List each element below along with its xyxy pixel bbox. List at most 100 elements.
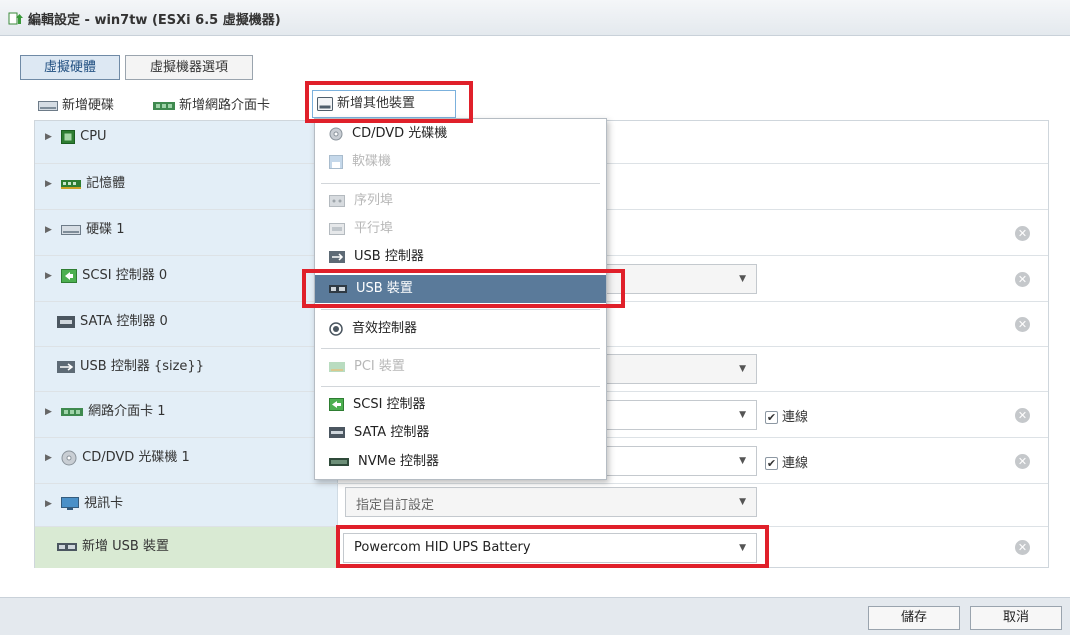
row-label-cell: ▶ 視訊卡 bbox=[35, 484, 338, 526]
row-label-cell: ▶ 硬碟 1 bbox=[35, 210, 338, 255]
chevron-down-icon: ▼ bbox=[739, 274, 746, 284]
usb-device-icon bbox=[329, 284, 347, 293]
remove-device-icon[interactable]: ✕ bbox=[1015, 226, 1030, 241]
checkbox-checked-icon[interactable]: ✔ bbox=[765, 457, 778, 470]
parallel-port-icon bbox=[329, 222, 345, 235]
save-button[interactable]: 儲存 bbox=[868, 606, 960, 630]
expand-arrow-icon[interactable]: ▶ bbox=[45, 271, 55, 281]
menu-divider bbox=[321, 309, 600, 310]
remove-device-icon[interactable]: ✕ bbox=[1015, 317, 1030, 332]
menu-item-scsi-controller[interactable]: SCSI 控制器 bbox=[315, 391, 606, 419]
row-label-cell: ▶ CD/DVD 光碟機 1 bbox=[35, 438, 338, 483]
row-label: 記憶體 bbox=[86, 176, 126, 191]
tab-virtual-hardware[interactable]: 虛擬硬體 bbox=[20, 55, 120, 80]
tab-vm-options[interactable]: 虛擬機器選項 bbox=[125, 55, 253, 80]
menu-item-sata-controller[interactable]: SATA 控制器 bbox=[315, 419, 606, 447]
nvme-icon bbox=[329, 457, 349, 466]
add-disk-button[interactable]: 新增硬碟 bbox=[38, 95, 114, 117]
row-label-cell: ▶ CPU bbox=[35, 121, 338, 163]
expand-arrow-icon[interactable]: ▶ bbox=[45, 499, 55, 509]
cancel-button[interactable]: 取消 bbox=[970, 606, 1062, 630]
row-label: SATA 控制器 0 bbox=[80, 314, 168, 329]
menu-item-label: NVMe 控制器 bbox=[358, 454, 439, 469]
remove-device-icon[interactable]: ✕ bbox=[1015, 540, 1030, 555]
add-device-menu: CD/DVD 光碟機 軟碟機 序列埠 平行埠 USB 控制器 USB 裝置 音效… bbox=[314, 118, 607, 480]
row-label: USB 控制器 {size}} bbox=[80, 359, 204, 374]
menu-item-label: 序列埠 bbox=[354, 193, 394, 208]
menu-item-cd-dvd[interactable]: CD/DVD 光碟機 bbox=[315, 120, 606, 148]
menu-item-label: SCSI 控制器 bbox=[353, 397, 426, 412]
add-nic-button[interactable]: 新增網路介面卡 bbox=[153, 95, 270, 117]
usb-controller-icon bbox=[57, 360, 75, 373]
checkbox-checked-icon[interactable]: ✔ bbox=[765, 411, 778, 424]
row-label-cell: USB 控制器 {size}} bbox=[35, 347, 338, 391]
hardware-row-video-card[interactable]: ▶ 視訊卡 指定自訂設定 ▼ bbox=[35, 484, 1048, 527]
row-label: CPU bbox=[80, 129, 107, 144]
serial-port-icon bbox=[329, 194, 345, 207]
dialog-title: 編輯設定 - win7tw (ESXi 6.5 虛擬機器) bbox=[28, 13, 281, 28]
sound-icon bbox=[329, 321, 343, 336]
remove-device-icon[interactable]: ✕ bbox=[1015, 272, 1030, 287]
edit-vm-icon bbox=[8, 12, 23, 25]
add-other-device-label: 新增其他裝置 bbox=[337, 96, 416, 111]
row-label-cell: 新增 USB 裝置 bbox=[35, 527, 338, 568]
menu-item-label: SATA 控制器 bbox=[354, 425, 430, 440]
row-label: CD/DVD 光碟機 1 bbox=[82, 450, 190, 465]
remove-device-icon[interactable]: ✕ bbox=[1015, 408, 1030, 423]
menu-item-label: USB 控制器 bbox=[354, 249, 424, 264]
monitor-icon bbox=[61, 496, 80, 510]
menu-item-usb-controller[interactable]: USB 控制器 bbox=[315, 243, 606, 271]
menu-divider bbox=[321, 348, 600, 349]
menu-divider bbox=[321, 386, 600, 387]
hard-disk-icon bbox=[38, 100, 58, 111]
dialog-titlebar: 編輯設定 - win7tw (ESXi 6.5 虛擬機器) bbox=[0, 0, 1070, 36]
expand-arrow-icon[interactable]: ▶ bbox=[45, 132, 55, 142]
connect-checkbox[interactable]: ✔ 連線 bbox=[765, 406, 808, 425]
disc-icon bbox=[61, 450, 77, 465]
hardware-row-new-usb-device[interactable]: 新增 USB 裝置 Powercom HID UPS Battery ▼ ✕ bbox=[35, 527, 1048, 568]
menu-item-parallel-port: 平行埠 bbox=[315, 215, 606, 243]
network-card-icon bbox=[153, 101, 175, 110]
add-disk-label: 新增硬碟 bbox=[62, 98, 115, 113]
connect-checkbox[interactable]: ✔ 連線 bbox=[765, 452, 808, 471]
menu-item-label: USB 裝置 bbox=[356, 281, 413, 296]
scsi-icon bbox=[329, 398, 344, 411]
menu-item-label: 平行埠 bbox=[354, 221, 394, 236]
expand-arrow-icon[interactable]: ▶ bbox=[45, 225, 55, 235]
usb-controller-icon bbox=[329, 250, 345, 263]
row-label-cell: ▶ 記憶體 bbox=[35, 164, 338, 209]
remove-device-icon[interactable]: ✕ bbox=[1015, 454, 1030, 469]
row-label-cell: ▶ SCSI 控制器 0 bbox=[35, 256, 338, 301]
add-device-icon bbox=[317, 96, 333, 111]
chevron-down-icon: ▼ bbox=[739, 543, 746, 553]
hard-disk-icon bbox=[61, 224, 82, 235]
menu-item-pci-device: PCI 裝置 bbox=[315, 353, 606, 381]
row-label-cell: ▶ 網路介面卡 1 bbox=[35, 392, 338, 437]
memory-icon bbox=[61, 179, 82, 189]
video-card-select[interactable]: 指定自訂設定 ▼ bbox=[345, 487, 757, 517]
add-nic-label: 新增網路介面卡 bbox=[179, 98, 271, 113]
chevron-down-icon: ▼ bbox=[739, 497, 746, 507]
menu-item-label: 軟碟機 bbox=[352, 154, 392, 169]
expand-arrow-icon[interactable]: ▶ bbox=[45, 179, 55, 189]
menu-item-nvme-controller[interactable]: NVMe 控制器 bbox=[315, 448, 606, 476]
expand-arrow-icon[interactable]: ▶ bbox=[45, 453, 55, 463]
menu-item-serial-port: 序列埠 bbox=[315, 187, 606, 215]
add-other-device-button[interactable]: 新增其他裝置 bbox=[312, 90, 456, 118]
connect-label: 連線 bbox=[782, 456, 809, 471]
row-label: 視訊卡 bbox=[84, 496, 124, 511]
usb-device-select[interactable]: Powercom HID UPS Battery ▼ bbox=[343, 533, 757, 563]
usb-device-select-value: Powercom HID UPS Battery bbox=[354, 540, 531, 555]
menu-item-label: 音效控制器 bbox=[352, 321, 418, 336]
expand-arrow-icon[interactable]: ▶ bbox=[45, 407, 55, 417]
menu-item-usb-device[interactable]: USB 裝置 bbox=[315, 275, 606, 303]
menu-item-label: CD/DVD 光碟機 bbox=[352, 126, 448, 141]
video-card-select-value: 指定自訂設定 bbox=[356, 498, 435, 513]
network-card-icon bbox=[61, 407, 84, 416]
connect-label: 連線 bbox=[782, 410, 809, 425]
chevron-down-icon: ▼ bbox=[739, 456, 746, 466]
menu-item-sound-controller[interactable]: 音效控制器 bbox=[315, 315, 606, 343]
row-label: 新增 USB 裝置 bbox=[82, 539, 169, 554]
row-label: 硬碟 1 bbox=[86, 222, 125, 237]
row-label: 網路介面卡 1 bbox=[88, 404, 166, 419]
